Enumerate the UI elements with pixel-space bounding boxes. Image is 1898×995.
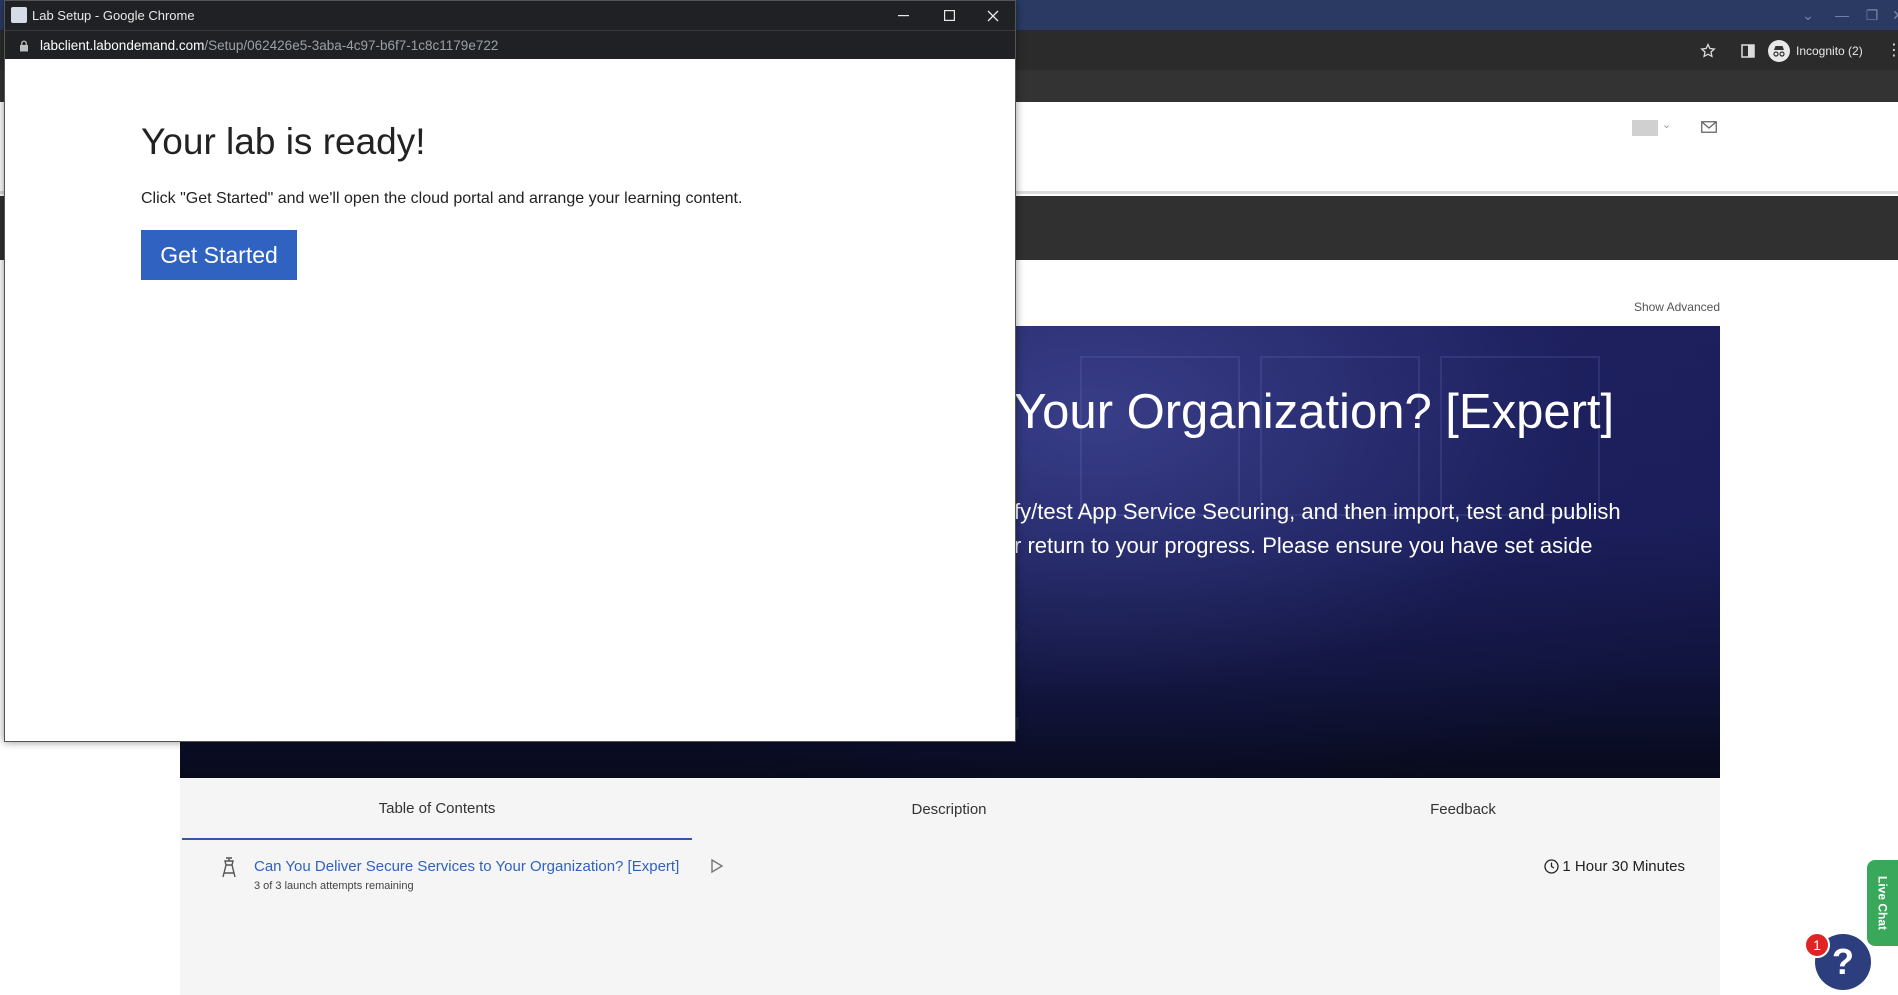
lab-duration: 1 Hour 30 Minutes [1544, 858, 1685, 875]
maximize-icon[interactable] [926, 1, 972, 30]
popup-window-title: Lab Setup - Google Chrome [32, 8, 195, 23]
popup-address-bar[interactable]: labclient.labondemand.com/Setup/062426e5… [5, 30, 1015, 59]
tab-table-of-contents[interactable]: Table of Contents [182, 778, 692, 840]
incognito-indicator[interactable]: Incognito (2) [1768, 38, 1863, 64]
live-chat-label: Live Chat [1875, 875, 1890, 930]
close-icon[interactable]: ✕ [1878, 0, 1898, 30]
page-icon [11, 7, 27, 23]
lab-hero-description-line: fy/test App Service Securing, and then i… [1014, 499, 1621, 524]
close-icon[interactable] [970, 1, 1016, 30]
popup-content: Your lab is ready! Click "Get Started" a… [5, 59, 1015, 741]
show-advanced-link[interactable]: Show Advanced [1620, 300, 1720, 314]
notification-badge: 1 [1804, 932, 1830, 958]
popup-url[interactable]: labclient.labondemand.com/Setup/062426e5… [40, 38, 498, 53]
lab-hero-description-line: r return to your progress. Please ensure… [1014, 533, 1593, 558]
bookmark-star-icon[interactable] [1697, 40, 1719, 62]
play-icon[interactable] [710, 858, 724, 874]
chevron-down-icon[interactable]: ⌄ [1662, 118, 1671, 131]
minimize-icon[interactable] [880, 1, 926, 30]
get-started-button[interactable]: Get Started [141, 230, 297, 280]
launch-attempts-text: 3 of 3 launch attempts remaining [254, 880, 414, 892]
url-path: /Setup/062426e5-3aba-4c97-b6f7-1c8c1179e… [204, 38, 499, 53]
lab-tower-icon [220, 856, 238, 878]
clock-icon [1544, 859, 1560, 874]
lab-tabs-panel: Table of Contents Description Feedback C… [180, 778, 1720, 995]
instruction-text: Click "Get Started" and we'll open the c… [141, 190, 743, 207]
mail-icon[interactable] [1701, 120, 1717, 133]
popup-titlebar: Lab Setup - Google Chrome [5, 1, 1015, 30]
lab-hero-title: Your Organization? [Expert] [1014, 385, 1615, 439]
lock-icon[interactable] [19, 39, 29, 52]
lab-duration-text: 1 Hour 30 Minutes [1562, 858, 1685, 875]
live-chat-tab[interactable]: Live Chat [1867, 860, 1898, 946]
url-host: labclient.labondemand.com [40, 38, 205, 53]
tab-description[interactable]: Description [692, 778, 1206, 840]
user-avatar[interactable] [1632, 120, 1658, 136]
tab-feedback[interactable]: Feedback [1206, 778, 1720, 840]
lab-list-item: Can You Deliver Secure Services to Your … [220, 856, 1700, 902]
side-panel-icon[interactable] [1737, 40, 1759, 62]
lab-title-link[interactable]: Can You Deliver Secure Services to Your … [254, 858, 679, 875]
incognito-label: Incognito (2) [1796, 44, 1863, 58]
incognito-icon [1768, 40, 1790, 62]
page-title: Your lab is ready! [141, 121, 426, 162]
more-menu-icon[interactable]: ⋮ [1886, 40, 1898, 60]
lab-setup-popup-window: Lab Setup - Google Chrome labclient.labo… [4, 0, 1016, 742]
